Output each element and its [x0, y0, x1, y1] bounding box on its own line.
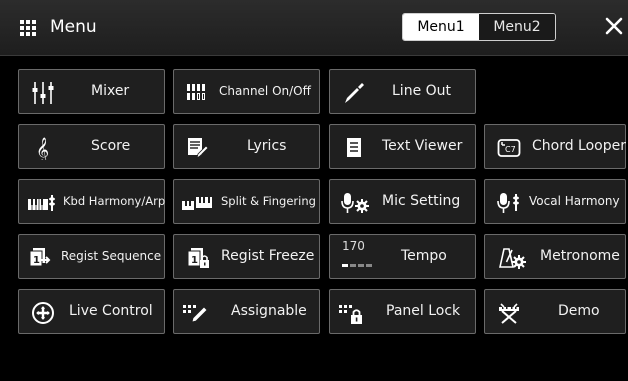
- vocal-harmony-icon: [497, 193, 519, 213]
- lyrics-icon: [188, 138, 209, 159]
- panel-lock-label: Panel Lock: [386, 303, 461, 319]
- page-title: Menu: [50, 17, 97, 37]
- svg-text:𝄞: 𝄞: [36, 137, 49, 160]
- mixer-label: Mixer: [91, 83, 130, 99]
- vocal-harmony-button[interactable]: Vocal Harmony: [484, 179, 626, 224]
- score-label: Score: [91, 138, 131, 154]
- lyrics-label: Lyrics: [247, 138, 287, 154]
- tab-menu2[interactable]: Menu2: [479, 14, 555, 40]
- menu-header: Menu Menu1 Menu2: [0, 0, 628, 56]
- mic-setting-label: Mic Setting: [382, 193, 461, 209]
- mic-gear-icon: [341, 193, 369, 213]
- score-button[interactable]: 𝄞 Score: [18, 124, 165, 169]
- kbd-harmony-arp-label: Kbd Harmony/Arp: [63, 194, 166, 208]
- chord-looper-icon: C7: [497, 139, 521, 157]
- live-control-icon: [32, 302, 54, 324]
- lyrics-button[interactable]: Lyrics: [173, 124, 320, 169]
- panel-lock-icon: [339, 305, 362, 324]
- channel-on-off-icon: [187, 84, 205, 100]
- tempo-value: 170: [342, 239, 365, 253]
- mic-setting-button[interactable]: Mic Setting: [329, 179, 476, 224]
- tempo-label: Tempo: [401, 248, 447, 264]
- live-control-label: Live Control: [69, 303, 153, 319]
- svg-text:1: 1: [191, 255, 198, 266]
- demo-label: Demo: [558, 303, 600, 319]
- channel-on-off-label: Channel On/Off: [219, 84, 311, 98]
- assignable-label: Assignable: [231, 303, 307, 319]
- regist-sequence-icon: 1: [29, 248, 51, 267]
- assignable-icon: [183, 305, 208, 323]
- svg-text:1: 1: [33, 255, 40, 266]
- grid-menu-icon: [20, 20, 36, 36]
- split-fingering-button[interactable]: Split & Fingering: [173, 179, 320, 224]
- regist-freeze-button[interactable]: 1 Regist Freeze: [173, 234, 320, 279]
- assignable-button[interactable]: Assignable: [173, 289, 320, 334]
- document-icon: [347, 138, 361, 157]
- vocal-harmony-label: Vocal Harmony: [529, 194, 620, 208]
- live-control-button[interactable]: Live Control: [18, 289, 165, 334]
- tempo-button[interactable]: 170 Tempo: [329, 234, 476, 279]
- regist-sequence-button[interactable]: 1 Regist Sequence: [18, 234, 165, 279]
- svg-text:C7: C7: [505, 145, 516, 154]
- regist-sequence-label: Regist Sequence: [61, 249, 162, 263]
- metronome-gear-icon: [499, 248, 526, 269]
- metronome-label: Metronome: [540, 248, 620, 264]
- keyboard-stand-icon: [499, 303, 519, 324]
- panel-lock-button[interactable]: Panel Lock: [329, 289, 476, 334]
- split-keyboard-icon: [182, 197, 212, 210]
- treble-clef-icon: 𝄞: [36, 137, 49, 160]
- metronome-button[interactable]: Metronome: [484, 234, 626, 279]
- line-out-label: Line Out: [392, 83, 452, 99]
- keyboard-harmony-icon: [28, 195, 55, 211]
- chord-looper-label: Chord Looper: [532, 138, 627, 154]
- mixer-icon: [32, 82, 54, 104]
- split-fingering-label: Split & Fingering: [221, 194, 316, 208]
- tempo-beat-indicator: [342, 264, 372, 267]
- regist-freeze-label: Regist Freeze: [221, 248, 315, 264]
- line-out-button[interactable]: Line Out: [329, 69, 476, 114]
- kbd-harmony-arp-button[interactable]: Kbd Harmony/Arp: [18, 179, 165, 224]
- demo-button[interactable]: Demo: [484, 289, 626, 334]
- text-viewer-label: Text Viewer: [382, 138, 463, 154]
- tab-menu1[interactable]: Menu1: [403, 14, 479, 40]
- regist-freeze-icon: 1: [187, 248, 209, 268]
- mixer-button[interactable]: Mixer: [18, 69, 165, 114]
- channel-on-off-button[interactable]: Channel On/Off: [173, 69, 320, 114]
- chord-looper-button[interactable]: C7 Chord Looper: [484, 124, 626, 169]
- text-viewer-button[interactable]: Text Viewer: [329, 124, 476, 169]
- line-out-icon: [345, 83, 364, 103]
- close-icon[interactable]: [602, 14, 626, 38]
- menu-tabs: Menu1 Menu2: [402, 13, 556, 41]
